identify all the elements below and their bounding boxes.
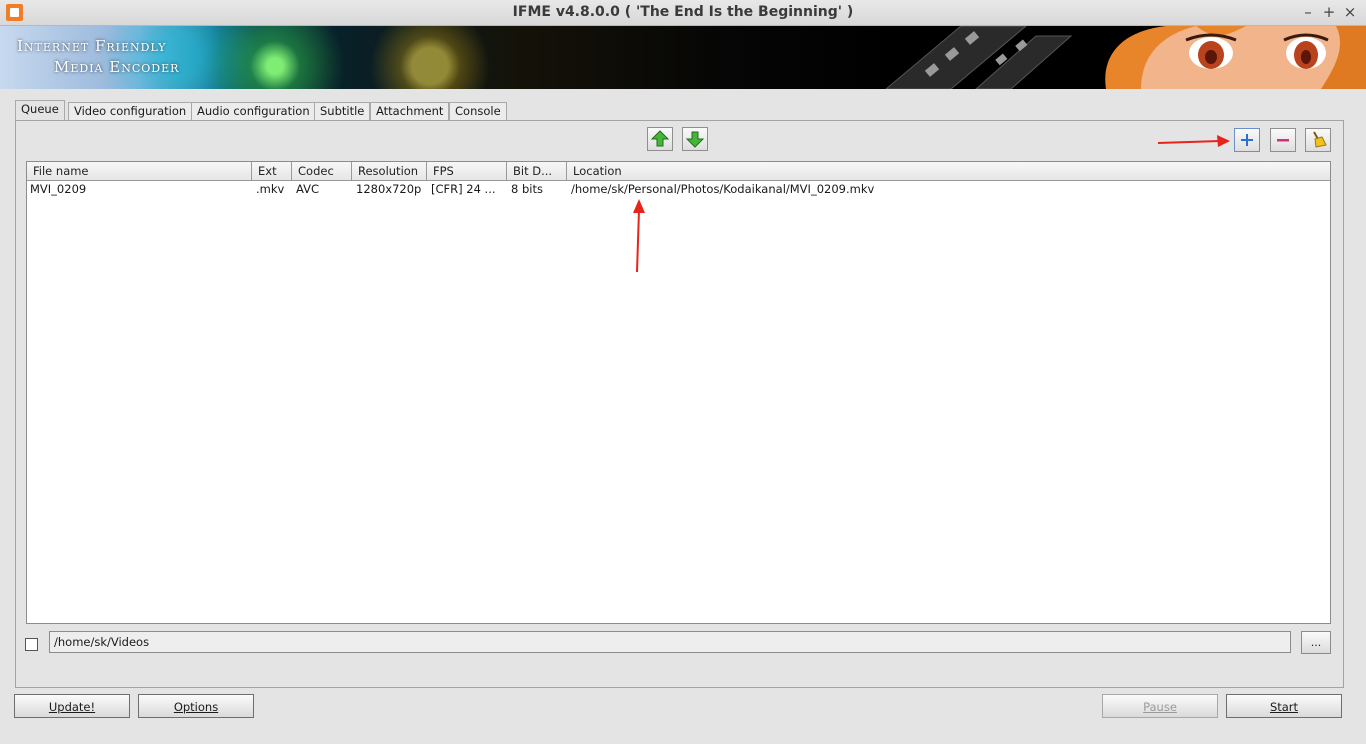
cell-resolution: 1280x720p (356, 182, 422, 196)
tab-subtitle[interactable]: Subtitle (314, 102, 371, 120)
broom-icon (1313, 131, 1327, 148)
output-folder-checkbox[interactable] (25, 638, 38, 651)
remove-file-button[interactable] (1270, 128, 1296, 152)
cell-fps: [CFR] 24 ... (431, 182, 496, 196)
title-bar: IFME v4.8.0.0 ( 'The End Is the Beginnin… (0, 0, 1366, 26)
annotation-arrow-add (1157, 135, 1230, 147)
update-button-label: Update! (48, 700, 96, 714)
cell-ext: .mkv (256, 182, 285, 196)
close-icon[interactable]: × (1340, 2, 1360, 22)
tab-console[interactable]: Console (449, 102, 507, 120)
add-file-button[interactable] (1234, 128, 1260, 152)
start-button-label: Start (1269, 700, 1299, 714)
cell-bit-depth: 8 bits (511, 182, 543, 196)
tab-video-configuration[interactable]: Video configuration (68, 102, 193, 120)
minimize-icon[interactable]: – (1298, 2, 1318, 22)
queue-table[interactable]: File name Ext Codec Resolution FPS Bit D… (26, 161, 1331, 624)
annotation-arrow-location (633, 199, 645, 273)
cell-file-name: MVI_0209 (30, 182, 87, 196)
cell-location: /home/sk/Personal/Photos/Kodaikanal/MVI_… (571, 182, 875, 196)
table-header: File name Ext Codec Resolution FPS Bit D… (27, 162, 1330, 181)
column-header-resolution[interactable]: Resolution (352, 162, 427, 180)
tab-attachment[interactable]: Attachment (370, 102, 450, 120)
plus-icon (1241, 134, 1253, 146)
column-header-fps[interactable]: FPS (427, 162, 507, 180)
move-up-button[interactable] (647, 127, 673, 151)
options-button-label: Options (173, 700, 219, 714)
pause-button-label: Pause (1143, 700, 1177, 714)
move-down-button[interactable] (682, 127, 708, 151)
column-header-location[interactable]: Location (567, 162, 1330, 180)
browse-button[interactable]: ... (1301, 631, 1331, 654)
app-banner: Internet Friendly Media Encoder (0, 26, 1366, 89)
column-header-bit-depth[interactable]: Bit D... (507, 162, 567, 180)
options-button[interactable]: Options (138, 694, 254, 718)
tab-audio-configuration[interactable]: Audio configuration (191, 102, 316, 120)
app-logo: Internet Friendly Media Encoder (17, 36, 179, 78)
maximize-icon[interactable]: + (1319, 2, 1339, 22)
arrow-up-icon (650, 130, 670, 147)
banner-artwork (885, 26, 1366, 89)
column-header-ext[interactable]: Ext (252, 162, 292, 180)
column-header-codec[interactable]: Codec (292, 162, 352, 180)
update-button[interactable]: Update! (14, 694, 130, 718)
pause-button[interactable]: Pause (1102, 694, 1218, 718)
logo-line-2: Media Encoder (54, 58, 180, 76)
output-folder-field[interactable]: /home/sk/Videos (49, 631, 1291, 653)
clear-queue-button[interactable] (1305, 128, 1331, 152)
arrow-down-icon (685, 131, 705, 148)
logo-line-1: Internet Friendly (17, 37, 167, 55)
tab-queue[interactable]: Queue (15, 100, 65, 121)
cell-codec: AVC (296, 182, 320, 196)
table-row[interactable]: MVI_0209 .mkv AVC 1280x720p [CFR] 24 ...… (27, 181, 1330, 198)
column-header-file-name[interactable]: File name (27, 162, 252, 180)
start-button[interactable]: Start (1226, 694, 1342, 718)
minus-icon (1277, 139, 1289, 142)
window-title: IFME v4.8.0.0 ( 'The End Is the Beginnin… (512, 4, 854, 20)
